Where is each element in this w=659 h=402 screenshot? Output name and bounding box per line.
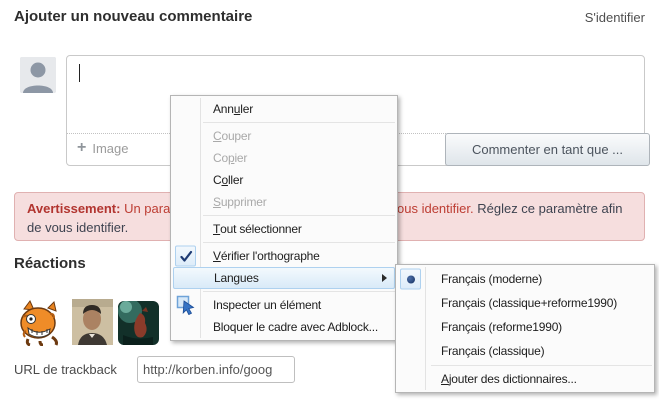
menu-item-bloquer-adblock[interactable]: Bloquer le cadre avec Adblock... [171, 316, 397, 338]
trackback-url-input[interactable] [137, 356, 295, 383]
menu-separator [203, 122, 395, 123]
trackback-label: URL de trackback [14, 362, 117, 377]
comment-as-button[interactable]: Commenter en tant que ... [445, 133, 650, 166]
submenu-item-francais-moderne[interactable]: Français (moderne) [396, 267, 654, 291]
inspect-element-icon [176, 295, 196, 315]
menu-item-verifier-orthographe[interactable]: Vérifier l'orthographe [171, 245, 397, 267]
submenu-arrow-icon [382, 274, 387, 282]
selected-radio-box [400, 269, 421, 290]
menu-item-supprimer: Supprimer [171, 191, 397, 213]
submenu-item-francais-classique[interactable]: Français (classique) [396, 339, 654, 363]
cat-avatar-image [14, 299, 64, 346]
checked-state-box [175, 246, 196, 267]
warning-label: Avertissement: [27, 201, 120, 216]
portrait-avatar-image [72, 299, 113, 345]
menu-separator [203, 215, 395, 216]
signin-link[interactable]: S'identifier [585, 10, 645, 25]
menu-item-langues[interactable]: Langues [173, 267, 395, 289]
warning-line1-right: ous identifier. Réglez ce paramètre afin [397, 199, 622, 218]
user-avatar [20, 57, 56, 93]
reaction-avatar-portrait[interactable] [72, 299, 113, 345]
menu-item-couper: Couper [171, 125, 397, 147]
menu-item-annuler[interactable]: Annuler [171, 98, 397, 120]
reaction-avatar-cat[interactable] [14, 299, 64, 346]
menu-item-coller[interactable]: Coller [171, 169, 397, 191]
add-image-label: Image [92, 141, 128, 156]
menu-item-tout-selectionner[interactable]: Tout sélectionner [171, 218, 397, 240]
add-image-button[interactable]: + Image [77, 140, 128, 156]
menu-item-inspecter-element[interactable]: Inspecter un élément [171, 294, 397, 316]
context-menu: Annuler Couper Copier Coller Supprimer T… [170, 95, 398, 341]
submenu-item-ajouter-dictionnaires[interactable]: Ajouter des dictionnaires... [396, 368, 654, 390]
checkmark-icon [179, 249, 193, 263]
warning-line2: de vous identifier. [27, 218, 128, 237]
warning-line1: Avertissement: Un para [27, 199, 170, 218]
page-title: Ajouter un nouveau commentaire [14, 8, 252, 25]
comment-page: Ajouter un nouveau commentaire S'identif… [0, 0, 659, 402]
reactions-heading: Réactions [14, 255, 86, 272]
reaction-avatar-artwork[interactable] [118, 301, 159, 345]
menu-separator [203, 242, 395, 243]
submenu-item-francais-classique-reforme[interactable]: Français (classique+reforme1990) [396, 291, 654, 315]
menu-item-copier: Copier [171, 147, 397, 169]
menu-separator [203, 291, 395, 292]
submenu-item-francais-reforme1990[interactable]: Français (reforme1990) [396, 315, 654, 339]
radio-selected-icon [407, 275, 415, 283]
menu-separator [431, 365, 652, 366]
person-silhouette-icon [20, 57, 56, 93]
text-caret [79, 64, 80, 82]
languages-submenu: Français (moderne) Français (classique+r… [395, 264, 655, 393]
plus-icon: + [77, 140, 86, 156]
artwork-avatar-image [118, 301, 159, 345]
